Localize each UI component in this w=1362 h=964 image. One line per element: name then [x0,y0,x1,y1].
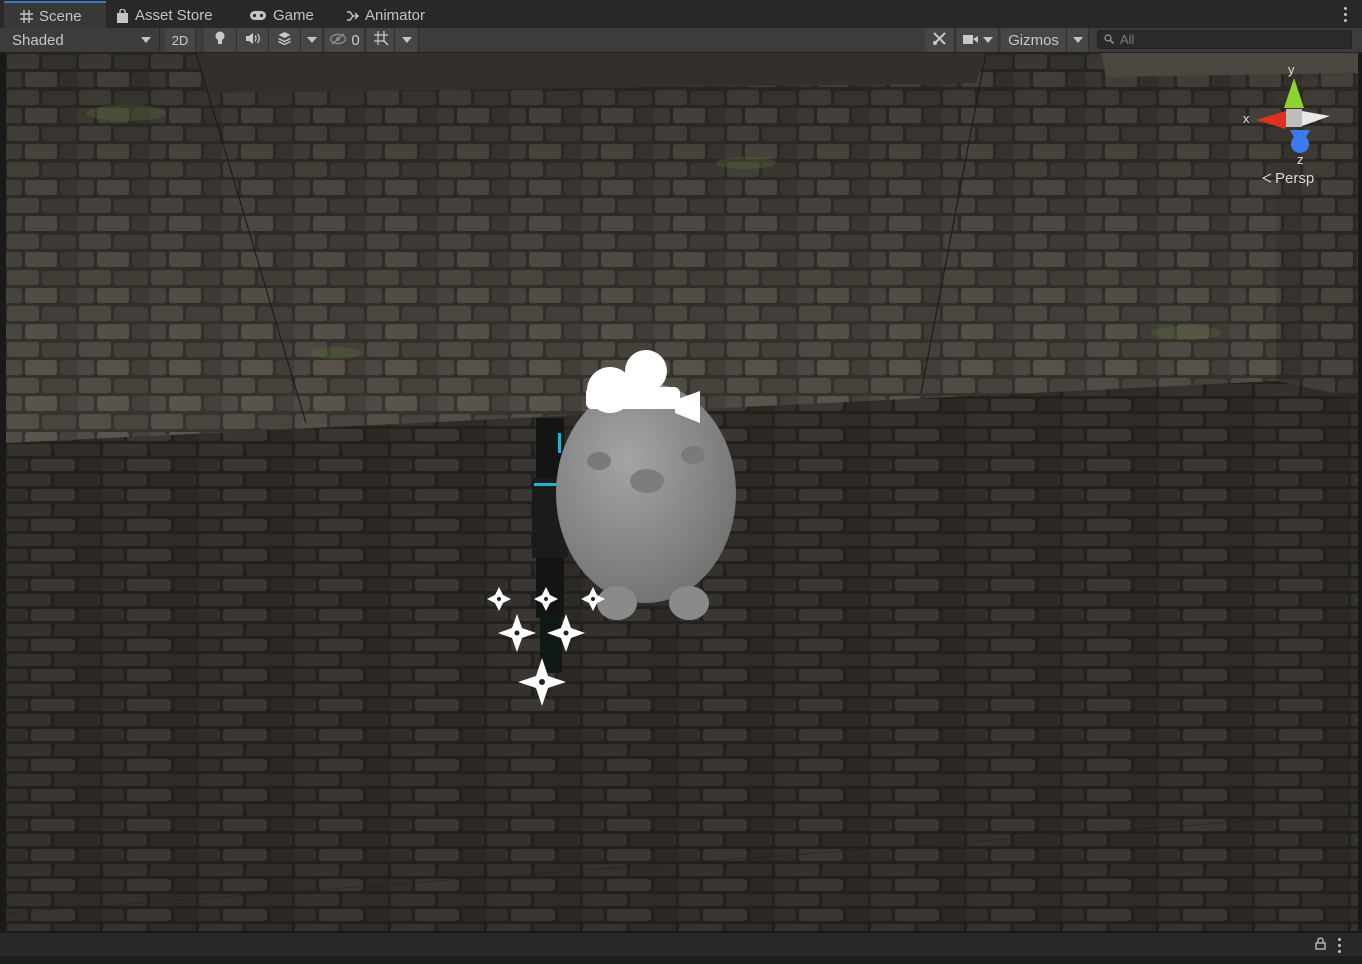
neg-x-axis-cone[interactable] [1302,111,1330,126]
eye-slash-icon [329,32,347,49]
audio-toggle-button[interactable] [237,28,269,52]
2d-toggle-button[interactable]: 2D [165,28,196,52]
scene-toolbar: Shaded 2D 0 Gizmos All [0,28,1362,53]
tab-label: Asset Store [135,7,213,24]
chevron-down-icon [401,37,412,43]
x-axis-label: x [1243,111,1250,126]
bottom-strip [0,956,1362,964]
bottom-panel-bar [0,932,1362,957]
2d-label: 2D [171,32,189,48]
draw-mode-dropdown[interactable]: Shaded [0,28,160,52]
chevron-down-icon [141,37,151,43]
hidden-objects-toggle[interactable]: 0 [325,28,365,52]
lightbulb-icon [214,31,226,49]
x-axis-cone[interactable] [1256,111,1286,129]
y-axis-label: y [1288,62,1295,77]
projection-label: Persp [1275,170,1315,187]
tab-label: Animator [365,7,426,24]
hidden-count: 0 [351,31,360,49]
camera-icon [962,32,979,49]
projection-toggle[interactable]: Persp [1261,170,1315,187]
gizmos-button[interactable]: Gizmos [1001,28,1067,52]
more-options-icon[interactable] [1338,938,1342,953]
gizmos-dropdown[interactable] [1067,28,1089,52]
tab-game[interactable]: Game [249,3,314,28]
grid-snap-icon [373,30,389,50]
effects-toggle-button[interactable] [269,28,301,52]
z-axis-label: z [1297,152,1304,167]
tab-label: Scene [39,7,82,25]
tools-icon [932,31,947,50]
hierarchy-search-box[interactable] [1097,30,1352,49]
search-icon [1104,31,1114,49]
scene-render [6,53,1358,931]
effects-dropdown[interactable] [301,28,323,52]
shopping-bag-icon [116,8,129,23]
tab-animator[interactable]: Animator [346,3,425,28]
effects-layers-icon [277,31,292,49]
gamepad-icon [249,10,267,21]
grid-snap-button[interactable] [367,28,395,52]
grid-dropdown[interactable] [395,28,419,52]
grid-icon [20,9,33,23]
draw-mode-label: Shaded [12,31,64,49]
chevron-down-icon [306,37,317,43]
chevron-left-icon [1261,170,1272,187]
center-cube[interactable] [1286,109,1302,127]
tools-button[interactable] [925,28,955,52]
tab-scene[interactable]: Scene [4,1,106,29]
chevron-down-icon [1072,37,1083,43]
speaker-icon [245,32,261,49]
camera-settings-dropdown[interactable] [957,28,999,52]
lighting-toggle-button[interactable] [204,28,237,52]
search-input[interactable] [1120,32,1340,47]
gizmos-label: Gizmos [1008,31,1059,49]
tab-asset-store[interactable]: Asset Store [116,3,213,28]
more-options-icon[interactable] [1344,7,1348,22]
chevron-down-icon [982,37,993,43]
lock-icon[interactable] [1315,937,1326,955]
animator-icon [346,10,359,22]
y-axis-cone[interactable] [1284,78,1304,108]
tab-label: Game [273,7,314,24]
editor-tab-bar: Scene Asset Store Game Animator [0,0,1362,29]
scene-viewport[interactable] [6,53,1358,931]
